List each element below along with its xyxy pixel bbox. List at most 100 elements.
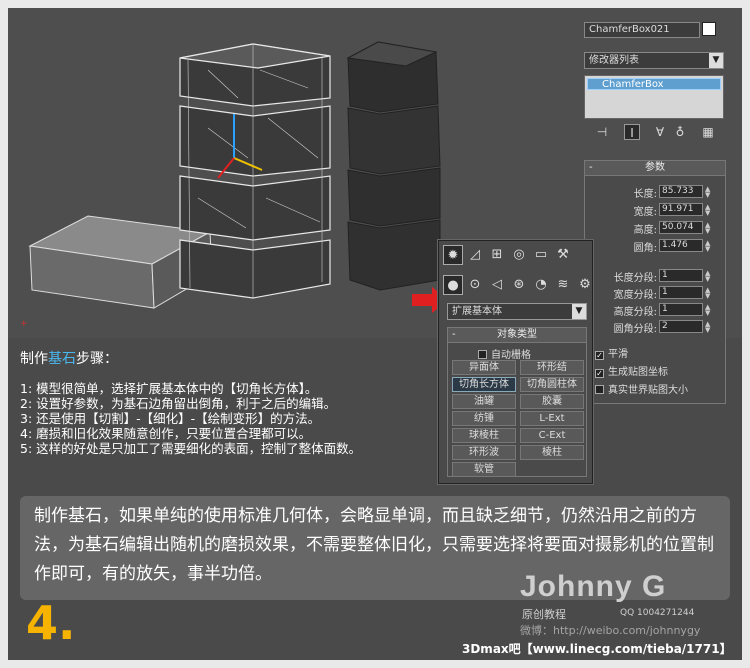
segment-row-height: 高度分段: 1 ▲ ▼ [585, 303, 727, 318]
param-label: 圆角: [633, 243, 657, 254]
l-ext-button[interactable]: L-Ext [520, 411, 584, 426]
checkbox-box[interactable] [478, 350, 487, 359]
pin-stack-icon[interactable]: ⊣ [594, 124, 610, 140]
spinner-icon[interactable]: ▲ ▼ [705, 304, 710, 317]
cameras-icon[interactable]: ⊛ [509, 275, 529, 295]
checkbox-box[interactable] [595, 385, 604, 394]
parameters-rollout: - 参数 长度: 85.733 ▲ ▼ 宽度: 91.971 ▲ ▼ 高度: 50.074 ▲ ▼ … [584, 160, 726, 404]
object-name-field[interactable]: ChamferBox021 [584, 22, 700, 38]
segment-label: 宽度分段: [613, 290, 657, 301]
smooth-checkbox[interactable]: ✓ 平滑 [595, 345, 735, 360]
segment-row-width: 宽度分段: 1 ▲ ▼ [585, 286, 727, 301]
configure-sets-icon[interactable]: ▦ [700, 124, 716, 140]
step-item: 1: 模型很简单，选择扩展基本体中的【切角长方体】。 [20, 381, 318, 396]
check-icon[interactable]: ✓ [595, 369, 604, 378]
prism-button[interactable]: 棱柱 [520, 445, 584, 460]
geometry-icon[interactable]: ● [443, 275, 463, 295]
stack-item[interactable]: ChamferBox [587, 78, 721, 90]
create-category-row: ● ⊙ ◁ ⊛ ◔ ≋ ⚙ [443, 275, 595, 295]
brand-logo: Johnny G [520, 570, 667, 603]
param-label: 宽度: [633, 207, 657, 218]
create-tab-icon[interactable]: ✹ [443, 245, 463, 265]
object-color-swatch[interactable] [702, 22, 716, 36]
modify-tab-icon[interactable]: ◿ [465, 245, 485, 265]
chevron-down-icon[interactable]: ▼ [572, 304, 586, 319]
torus-knot-button[interactable]: 环形结 [520, 360, 584, 375]
hedra-button[interactable]: 异面体 [452, 360, 516, 375]
step-item: 4: 磨损和旧化效果随意创作，只要位置合理都可以。 [20, 426, 312, 441]
motion-tab-icon[interactable]: ◎ [509, 245, 529, 265]
spinner-icon[interactable]: ▲ ▼ [705, 321, 710, 334]
object-type-buttons: 异面体 环形结 切角长方体 切角圆柱体 油罐 胶囊 纺锤 L-Ext 球棱柱 C… [452, 360, 584, 477]
hose-button[interactable]: 软管 [452, 462, 516, 477]
checkbox-label: 平滑 [608, 349, 628, 360]
chevron-down-icon[interactable]: ▼ [709, 53, 723, 68]
spindle-button[interactable]: 纺锤 [452, 411, 516, 426]
step-list: 1: 模型很简单，选择扩展基本体中的【切角长方体】。 2: 设置好参数，为基石边… [20, 381, 361, 456]
weibo-link[interactable]: 微博：http://weibo.com/johnnygy [520, 622, 700, 638]
hierarchy-tab-icon[interactable]: ⊞ [487, 245, 507, 265]
helpers-icon[interactable]: ◔ [531, 275, 551, 295]
geometry-type-label: 扩展基本体 [452, 306, 502, 317]
spinner-icon[interactable]: ▲ ▼ [705, 222, 710, 235]
chamfer-cyl-button[interactable]: 切角圆柱体 [520, 377, 584, 392]
height-segs-input[interactable]: 1 [659, 303, 703, 316]
capsule-button[interactable]: 胶囊 [520, 394, 584, 409]
steps-title-prefix: 制作 [20, 351, 48, 367]
segment-label: 长度分段: [613, 273, 657, 284]
auto-grid-checkbox[interactable]: 自动栅格 [478, 346, 531, 361]
spinner-icon[interactable]: ▲ ▼ [705, 270, 710, 283]
length-input[interactable]: 85.733 [659, 185, 703, 198]
gen-mapping-coords-checkbox[interactable]: ✓ 生成贴图坐标 [595, 363, 735, 378]
param-label: 长度: [633, 189, 657, 200]
spinner-icon[interactable]: ▲ ▼ [705, 186, 710, 199]
svg-text:+: + [20, 319, 28, 329]
checkbox-label: 真实世界贴图大小 [608, 385, 688, 396]
parameters-rollout-header[interactable]: - 参数 [585, 161, 725, 176]
spinner-icon[interactable]: ▲ ▼ [705, 287, 710, 300]
step-item: 5: 这样的好处是只加工了需要细化的表面，控制了整体面数。 [20, 441, 362, 456]
spinner-icon[interactable]: ▲ ▼ [705, 204, 710, 217]
width-input[interactable]: 91.971 [659, 203, 703, 216]
fillet-input[interactable]: 1.476 [659, 239, 703, 252]
param-row-width: 宽度: 91.971 ▲ ▼ [585, 203, 727, 218]
object-type-rollout: - 对象类型 自动栅格 异面体 环形结 切角长方体 切角圆柱体 油罐 胶囊 纺锤 … [447, 327, 587, 477]
show-end-result-icon[interactable]: I [624, 124, 640, 140]
modifier-stack[interactable]: ChamferBox [584, 75, 724, 119]
modifier-list-dropdown[interactable]: 修改器列表 ▼ [584, 52, 724, 69]
param-label: 高度: [633, 225, 657, 236]
remove-modifier-icon[interactable]: ♁ [672, 124, 688, 140]
gengon-button[interactable]: 球棱柱 [452, 428, 516, 443]
fillet-segs-input[interactable]: 2 [659, 320, 703, 333]
check-icon[interactable]: ✓ [595, 351, 604, 360]
steps-title-highlight: 基石 [48, 351, 76, 367]
lights-icon[interactable]: ◁ [487, 275, 507, 295]
space-warps-icon[interactable]: ≋ [553, 275, 573, 295]
systems-icon[interactable]: ⚙ [575, 275, 595, 295]
param-row-length: 长度: 85.733 ▲ ▼ [585, 185, 727, 200]
make-unique-icon[interactable]: ∀ [652, 124, 668, 140]
param-row-height: 高度: 50.074 ▲ ▼ [585, 221, 727, 236]
step-item: 3: 还是使用【切割】-【细化】-【绘制变形】的方法。 [20, 411, 321, 426]
oil-tank-button[interactable]: 油罐 [452, 394, 516, 409]
footer-link[interactable]: 3Dmax吧【www.linecg.com/tieba/1771】 [462, 640, 732, 657]
display-tab-icon[interactable]: ▭ [531, 245, 551, 265]
utilities-tab-icon[interactable]: ⚒ [553, 245, 573, 265]
real-world-map-size-checkbox[interactable]: 真实世界贴图大小 [595, 381, 735, 396]
c-ext-button[interactable]: C-Ext [520, 428, 584, 443]
shapes-icon[interactable]: ⊙ [465, 275, 485, 295]
ringwave-button[interactable]: 环形波 [452, 445, 516, 460]
height-input[interactable]: 50.074 [659, 221, 703, 234]
width-segs-input[interactable]: 1 [659, 286, 703, 299]
length-segs-input[interactable]: 1 [659, 269, 703, 282]
segment-label: 高度分段: [613, 307, 657, 318]
spinner-icon[interactable]: ▲ ▼ [705, 240, 710, 253]
step-number: 4. [26, 596, 76, 650]
modifier-list-label: 修改器列表 [589, 55, 639, 66]
chamfer-box-button[interactable]: 切角长方体 [452, 377, 516, 392]
geometry-type-dropdown[interactable]: 扩展基本体 ▼ [447, 303, 587, 320]
steps-title-suffix: 步骤： [76, 351, 118, 367]
object-type-title: 对象类型 [497, 329, 537, 340]
object-type-header[interactable]: - 对象类型 [448, 328, 586, 343]
segment-row-fillet: 圆角分段: 2 ▲ ▼ [585, 320, 727, 335]
